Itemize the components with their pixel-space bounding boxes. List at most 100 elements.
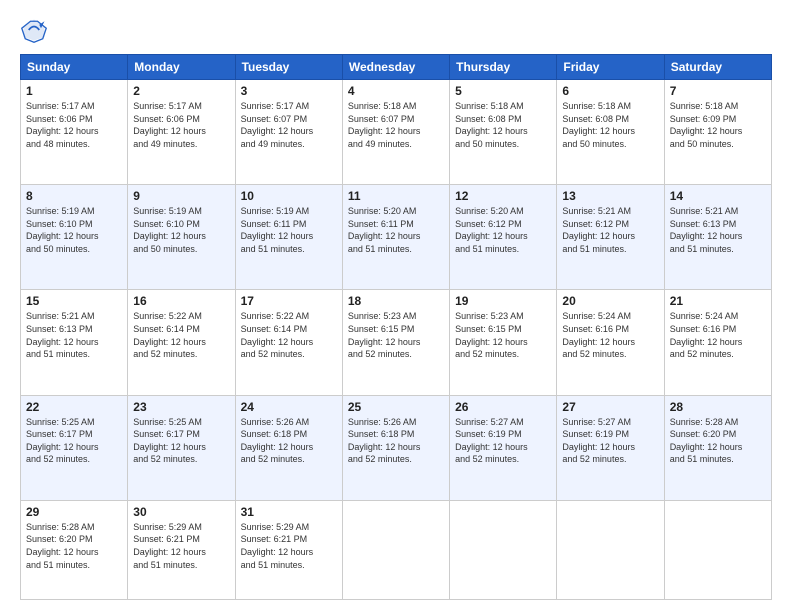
day-number: 12 bbox=[455, 189, 551, 203]
day-info: Sunrise: 5:21 AM Sunset: 6:12 PM Dayligh… bbox=[562, 205, 658, 255]
week-row-1: 1 Sunrise: 5:17 AM Sunset: 6:06 PM Daylig… bbox=[21, 80, 772, 185]
col-sunday: Sunday bbox=[21, 55, 128, 80]
table-row: 11 Sunrise: 5:20 AM Sunset: 6:11 PM Dayli… bbox=[342, 185, 449, 290]
week-row-4: 22 Sunrise: 5:25 AM Sunset: 6:17 PM Dayli… bbox=[21, 395, 772, 500]
day-number: 27 bbox=[562, 400, 658, 414]
day-number: 10 bbox=[241, 189, 337, 203]
day-info: Sunrise: 5:29 AM Sunset: 6:21 PM Dayligh… bbox=[133, 521, 229, 571]
table-row: 9 Sunrise: 5:19 AM Sunset: 6:10 PM Daylig… bbox=[128, 185, 235, 290]
day-info: Sunrise: 5:25 AM Sunset: 6:17 PM Dayligh… bbox=[26, 416, 122, 466]
table-row: 25 Sunrise: 5:26 AM Sunset: 6:18 PM Dayli… bbox=[342, 395, 449, 500]
day-info: Sunrise: 5:28 AM Sunset: 6:20 PM Dayligh… bbox=[26, 521, 122, 571]
day-info: Sunrise: 5:26 AM Sunset: 6:18 PM Dayligh… bbox=[348, 416, 444, 466]
day-number: 17 bbox=[241, 294, 337, 308]
table-row: 15 Sunrise: 5:21 AM Sunset: 6:13 PM Dayli… bbox=[21, 290, 128, 395]
table-row: 28 Sunrise: 5:28 AM Sunset: 6:20 PM Dayli… bbox=[664, 395, 771, 500]
day-info: Sunrise: 5:27 AM Sunset: 6:19 PM Dayligh… bbox=[562, 416, 658, 466]
day-number: 2 bbox=[133, 84, 229, 98]
day-info: Sunrise: 5:20 AM Sunset: 6:12 PM Dayligh… bbox=[455, 205, 551, 255]
table-row bbox=[557, 500, 664, 599]
table-row: 18Sunrise: 5:23 AM Sunset: 6:15 PM Dayli… bbox=[342, 290, 449, 395]
day-number: 18 bbox=[348, 294, 444, 308]
day-number: 6 bbox=[562, 84, 658, 98]
day-number: 23 bbox=[133, 400, 229, 414]
day-info: Sunrise: 5:24 AM Sunset: 6:16 PM Dayligh… bbox=[670, 310, 766, 360]
day-info: Sunrise: 5:21 AM Sunset: 6:13 PM Dayligh… bbox=[670, 205, 766, 255]
table-row: 26Sunrise: 5:27 AM Sunset: 6:19 PM Dayli… bbox=[450, 395, 557, 500]
day-info: Sunrise: 5:21 AM Sunset: 6:13 PM Dayligh… bbox=[26, 310, 122, 360]
day-number: 25 bbox=[348, 400, 444, 414]
table-row: 30 Sunrise: 5:29 AM Sunset: 6:21 PM Dayli… bbox=[128, 500, 235, 599]
table-row: 10 Sunrise: 5:19 AM Sunset: 6:11 PM Dayli… bbox=[235, 185, 342, 290]
table-row: 23 Sunrise: 5:25 AM Sunset: 6:17 PM Dayli… bbox=[128, 395, 235, 500]
day-info: Sunrise: 5:22 AM Sunset: 6:14 PM Dayligh… bbox=[133, 310, 229, 360]
table-row: 7 Sunrise: 5:18 AM Sunset: 6:09 PM Daylig… bbox=[664, 80, 771, 185]
table-row: 19 Sunrise: 5:23 AM Sunset: 6:15 PM Dayli… bbox=[450, 290, 557, 395]
day-info: Sunrise: 5:18 AM Sunset: 6:07 PM Dayligh… bbox=[348, 100, 444, 150]
day-info: Sunrise: 5:18 AM Sunset: 6:08 PM Dayligh… bbox=[455, 100, 551, 150]
table-row: 21 Sunrise: 5:24 AM Sunset: 6:16 PM Dayli… bbox=[664, 290, 771, 395]
day-number: 29 bbox=[26, 505, 122, 519]
table-row: 12 Sunrise: 5:20 AM Sunset: 6:12 PM Dayli… bbox=[450, 185, 557, 290]
day-info: Sunrise: 5:26 AM Sunset: 6:18 PM Dayligh… bbox=[241, 416, 337, 466]
day-info: Sunrise: 5:17 AM Sunset: 6:06 PM Dayligh… bbox=[26, 100, 122, 150]
col-tuesday: Tuesday bbox=[235, 55, 342, 80]
logo bbox=[20, 16, 52, 44]
day-number: 24 bbox=[241, 400, 337, 414]
week-row-2: 8Sunrise: 5:19 AM Sunset: 6:10 PM Daylig… bbox=[21, 185, 772, 290]
day-number: 13 bbox=[562, 189, 658, 203]
table-row: 1 Sunrise: 5:17 AM Sunset: 6:06 PM Daylig… bbox=[21, 80, 128, 185]
day-info: Sunrise: 5:18 AM Sunset: 6:09 PM Dayligh… bbox=[670, 100, 766, 150]
day-number: 1 bbox=[26, 84, 122, 98]
table-row: 14 Sunrise: 5:21 AM Sunset: 6:13 PM Dayli… bbox=[664, 185, 771, 290]
day-number: 16 bbox=[133, 294, 229, 308]
table-row: 8Sunrise: 5:19 AM Sunset: 6:10 PM Daylig… bbox=[21, 185, 128, 290]
table-row: 5 Sunrise: 5:18 AM Sunset: 6:08 PM Daylig… bbox=[450, 80, 557, 185]
table-row: 6 Sunrise: 5:18 AM Sunset: 6:08 PM Daylig… bbox=[557, 80, 664, 185]
table-row: 29 Sunrise: 5:28 AM Sunset: 6:20 PM Dayli… bbox=[21, 500, 128, 599]
table-row: 13 Sunrise: 5:21 AM Sunset: 6:12 PM Dayli… bbox=[557, 185, 664, 290]
col-saturday: Saturday bbox=[664, 55, 771, 80]
week-row-3: 15 Sunrise: 5:21 AM Sunset: 6:13 PM Dayli… bbox=[21, 290, 772, 395]
table-row: 16 Sunrise: 5:22 AM Sunset: 6:14 PM Dayli… bbox=[128, 290, 235, 395]
day-number: 28 bbox=[670, 400, 766, 414]
day-info: Sunrise: 5:17 AM Sunset: 6:06 PM Dayligh… bbox=[133, 100, 229, 150]
day-number: 19 bbox=[455, 294, 551, 308]
table-row: 22 Sunrise: 5:25 AM Sunset: 6:17 PM Dayli… bbox=[21, 395, 128, 500]
day-info: Sunrise: 5:17 AM Sunset: 6:07 PM Dayligh… bbox=[241, 100, 337, 150]
table-row bbox=[664, 500, 771, 599]
page: Sunday Monday Tuesday Wednesday Thursday… bbox=[0, 0, 792, 612]
table-row: 2 Sunrise: 5:17 AM Sunset: 6:06 PM Daylig… bbox=[128, 80, 235, 185]
day-info: Sunrise: 5:25 AM Sunset: 6:17 PM Dayligh… bbox=[133, 416, 229, 466]
day-info: Sunrise: 5:29 AM Sunset: 6:21 PM Dayligh… bbox=[241, 521, 337, 571]
day-number: 7 bbox=[670, 84, 766, 98]
day-number: 22 bbox=[26, 400, 122, 414]
day-info: Sunrise: 5:19 AM Sunset: 6:11 PM Dayligh… bbox=[241, 205, 337, 255]
col-wednesday: Wednesday bbox=[342, 55, 449, 80]
table-row bbox=[450, 500, 557, 599]
col-friday: Friday bbox=[557, 55, 664, 80]
day-number: 21 bbox=[670, 294, 766, 308]
week-row-5: 29 Sunrise: 5:28 AM Sunset: 6:20 PM Dayli… bbox=[21, 500, 772, 599]
day-number: 30 bbox=[133, 505, 229, 519]
day-number: 26 bbox=[455, 400, 551, 414]
day-number: 5 bbox=[455, 84, 551, 98]
logo-icon bbox=[20, 16, 48, 44]
calendar-table: Sunday Monday Tuesday Wednesday Thursday… bbox=[20, 54, 772, 600]
table-row: 4 Sunrise: 5:18 AM Sunset: 6:07 PM Daylig… bbox=[342, 80, 449, 185]
day-number: 15 bbox=[26, 294, 122, 308]
day-info: Sunrise: 5:19 AM Sunset: 6:10 PM Dayligh… bbox=[26, 205, 122, 255]
day-info: Sunrise: 5:20 AM Sunset: 6:11 PM Dayligh… bbox=[348, 205, 444, 255]
day-info: Sunrise: 5:18 AM Sunset: 6:08 PM Dayligh… bbox=[562, 100, 658, 150]
table-row: 17Sunrise: 5:22 AM Sunset: 6:14 PM Dayli… bbox=[235, 290, 342, 395]
day-number: 11 bbox=[348, 189, 444, 203]
day-number: 9 bbox=[133, 189, 229, 203]
day-number: 3 bbox=[241, 84, 337, 98]
day-info: Sunrise: 5:28 AM Sunset: 6:20 PM Dayligh… bbox=[670, 416, 766, 466]
table-row: 31Sunrise: 5:29 AM Sunset: 6:21 PM Dayli… bbox=[235, 500, 342, 599]
day-info: Sunrise: 5:23 AM Sunset: 6:15 PM Dayligh… bbox=[455, 310, 551, 360]
table-row: 24 Sunrise: 5:26 AM Sunset: 6:18 PM Dayli… bbox=[235, 395, 342, 500]
day-number: 4 bbox=[348, 84, 444, 98]
day-number: 14 bbox=[670, 189, 766, 203]
day-info: Sunrise: 5:19 AM Sunset: 6:10 PM Dayligh… bbox=[133, 205, 229, 255]
